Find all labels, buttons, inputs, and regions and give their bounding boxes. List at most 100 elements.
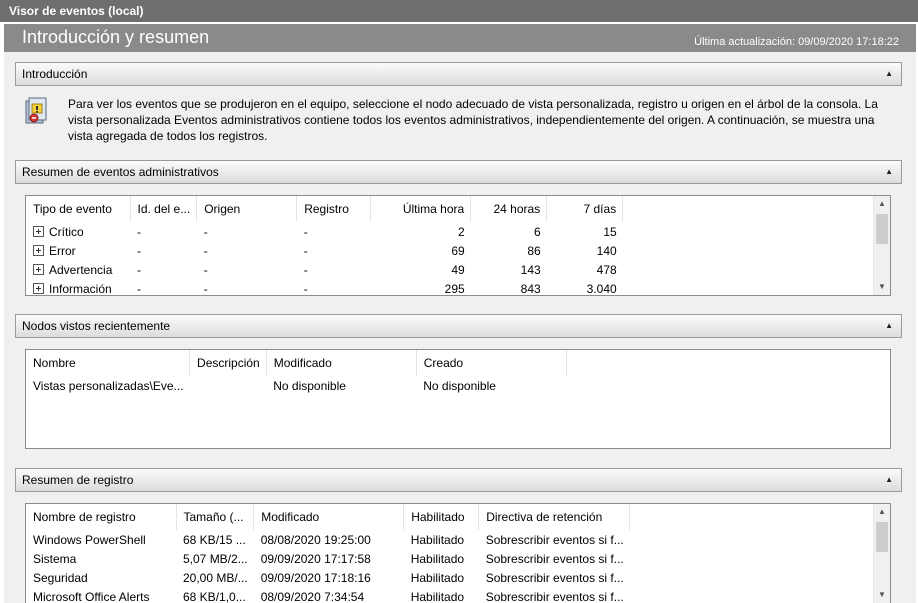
expand-icon[interactable] xyxy=(33,263,44,275)
cell: Sobrescribir eventos si f... xyxy=(485,551,624,566)
cell: - xyxy=(137,224,141,239)
scroll-thumb[interactable] xyxy=(876,214,888,244)
intro-text: Para ver los eventos que se produjeron e… xyxy=(68,97,878,143)
page-header: Introducción y resumen Última actualizac… xyxy=(4,24,916,52)
column-header[interactable]: Creado xyxy=(416,350,567,376)
section-header-admin-summary[interactable]: Resumen de eventos administrativos ▲ xyxy=(15,160,902,184)
column-header[interactable]: 24 horas xyxy=(470,196,548,222)
cell: Microsoft Office Alerts xyxy=(33,589,150,603)
cell: - xyxy=(303,262,308,277)
cell: 3.040 xyxy=(586,281,617,296)
collapse-icon[interactable]: ▲ xyxy=(885,161,893,183)
log-summary-list[interactable]: Nombre de registro Tamaño (... Modificad… xyxy=(25,503,891,603)
column-header[interactable]: Registro xyxy=(296,196,372,222)
cell: 143 xyxy=(520,262,541,277)
column-header[interactable]: Id. del e... xyxy=(130,196,198,222)
cell: Seguridad xyxy=(33,570,88,585)
section-header-recent-nodes[interactable]: Nodos vistos recientemente ▲ xyxy=(15,314,902,338)
scroll-up-icon[interactable]: ▲ xyxy=(874,504,890,520)
cell: Sistema xyxy=(33,551,77,566)
cell: Información xyxy=(49,281,112,296)
cell: 478 xyxy=(596,262,617,277)
column-header[interactable]: Tamaño (... xyxy=(176,504,255,530)
cell: Habilitado xyxy=(410,589,465,603)
cell: 295 xyxy=(444,281,465,296)
cell: No disponible xyxy=(423,378,496,393)
table-header-row: Nombre de registro Tamaño (... Modificad… xyxy=(26,504,631,530)
section-header-log-summary[interactable]: Resumen de registro ▲ xyxy=(15,468,902,492)
vertical-scrollbar[interactable]: ▲ ▼ xyxy=(873,196,890,295)
cell: - xyxy=(137,243,141,258)
expand-icon[interactable] xyxy=(33,282,44,294)
collapse-icon[interactable]: ▲ xyxy=(885,315,893,337)
cell: - xyxy=(137,262,141,277)
cell: Sobrescribir eventos si f... xyxy=(485,589,624,603)
cell: 69 xyxy=(451,243,465,258)
expand-icon[interactable] xyxy=(33,244,44,256)
table-row[interactable]: Advertencia - - - 49 143 478 xyxy=(26,260,623,279)
cell: - xyxy=(203,224,208,239)
cell: 6 xyxy=(534,224,541,239)
column-header[interactable]: Directiva de retención xyxy=(478,504,631,530)
cell: 08/09/2020 7:34:54 xyxy=(260,589,365,603)
table-row[interactable]: Microsoft Office Alerts 68 KB/1,0... 08/… xyxy=(26,587,630,603)
cell: Sobrescribir eventos si f... xyxy=(485,532,624,547)
table-row[interactable]: Sistema 5,07 MB/2... 09/09/2020 17:17:58… xyxy=(26,549,630,568)
cell: Vistas personalizadas\Eve... xyxy=(33,378,184,393)
admin-summary-list[interactable]: Tipo de evento Id. del e... Origen Regis… xyxy=(25,195,891,296)
column-header[interactable]: Modificado xyxy=(266,350,417,376)
cell: - xyxy=(303,224,308,239)
table-header-row: Nombre Descripción Modificado Creado xyxy=(26,350,567,376)
cell: Windows PowerShell xyxy=(33,532,146,547)
column-header[interactable]: Nombre de registro xyxy=(26,504,177,530)
scroll-up-icon[interactable]: ▲ xyxy=(874,196,890,212)
last-updated-label: Última actualización: 09/09/2020 17:18:2… xyxy=(694,36,899,48)
cell: - xyxy=(303,281,308,296)
table-row[interactable]: Información - - - 295 843 3.040 xyxy=(26,279,623,296)
cell: Error xyxy=(49,243,76,258)
column-header[interactable]: Tipo de evento xyxy=(26,196,131,222)
section-title-log-summary: Resumen de registro xyxy=(22,473,134,487)
table-header-row: Tipo de evento Id. del e... Origen Regis… xyxy=(26,196,624,222)
window-title: Visor de eventos (local) xyxy=(0,0,918,22)
cell: 5,07 MB/2... xyxy=(183,551,248,566)
cell: 68 KB/1,0... xyxy=(183,589,246,603)
column-header[interactable]: Nombre xyxy=(26,350,191,376)
table-row[interactable]: Windows PowerShell 68 KB/15 ... 08/08/20… xyxy=(26,530,630,549)
table-row[interactable]: Seguridad 20,00 MB/... 09/09/2020 17:18:… xyxy=(26,568,630,587)
column-header[interactable]: 7 días xyxy=(546,196,624,222)
cell: 843 xyxy=(520,281,541,296)
scroll-thumb[interactable] xyxy=(876,522,888,552)
table-row[interactable]: Vistas personalizadas\Eve... No disponib… xyxy=(26,376,566,395)
cell: Sobrescribir eventos si f... xyxy=(485,570,624,585)
recent-nodes-list[interactable]: Nombre Descripción Modificado Creado Vis… xyxy=(25,349,891,449)
vertical-scrollbar[interactable]: ▲ ▼ xyxy=(873,504,890,603)
cell: No disponible xyxy=(273,378,346,393)
cell: 09/09/2020 17:17:58 xyxy=(260,551,371,566)
column-header[interactable]: Habilitado xyxy=(403,504,480,530)
cell: - xyxy=(137,281,141,296)
column-header[interactable]: Origen xyxy=(196,196,298,222)
cell xyxy=(190,376,267,395)
cell: 140 xyxy=(596,243,617,258)
cell: 09/09/2020 17:18:16 xyxy=(260,570,371,585)
cell: 2 xyxy=(458,224,465,239)
cell: Advertencia xyxy=(49,262,113,277)
table-row[interactable]: Crítico - - - 2 6 15 xyxy=(26,222,623,241)
scroll-down-icon[interactable]: ▼ xyxy=(874,279,890,295)
section-title-admin-summary: Resumen de eventos administrativos xyxy=(22,165,219,179)
table-row[interactable]: Error - - - 69 86 140 xyxy=(26,241,623,260)
collapse-icon[interactable]: ▲ xyxy=(885,469,893,491)
column-header[interactable]: Descripción xyxy=(189,350,267,376)
expand-icon[interactable] xyxy=(33,225,44,237)
scroll-down-icon[interactable]: ▼ xyxy=(874,587,890,603)
cell: - xyxy=(203,262,208,277)
event-viewer-icon xyxy=(25,97,47,124)
column-header[interactable]: Modificado xyxy=(253,504,405,530)
section-header-intro[interactable]: Introducción ▲ xyxy=(15,62,902,86)
column-header[interactable]: Última hora xyxy=(370,196,472,222)
page-title: Introducción y resumen xyxy=(22,27,210,47)
cell: 49 xyxy=(451,262,465,277)
collapse-icon[interactable]: ▲ xyxy=(885,63,893,85)
cell: - xyxy=(203,281,208,296)
